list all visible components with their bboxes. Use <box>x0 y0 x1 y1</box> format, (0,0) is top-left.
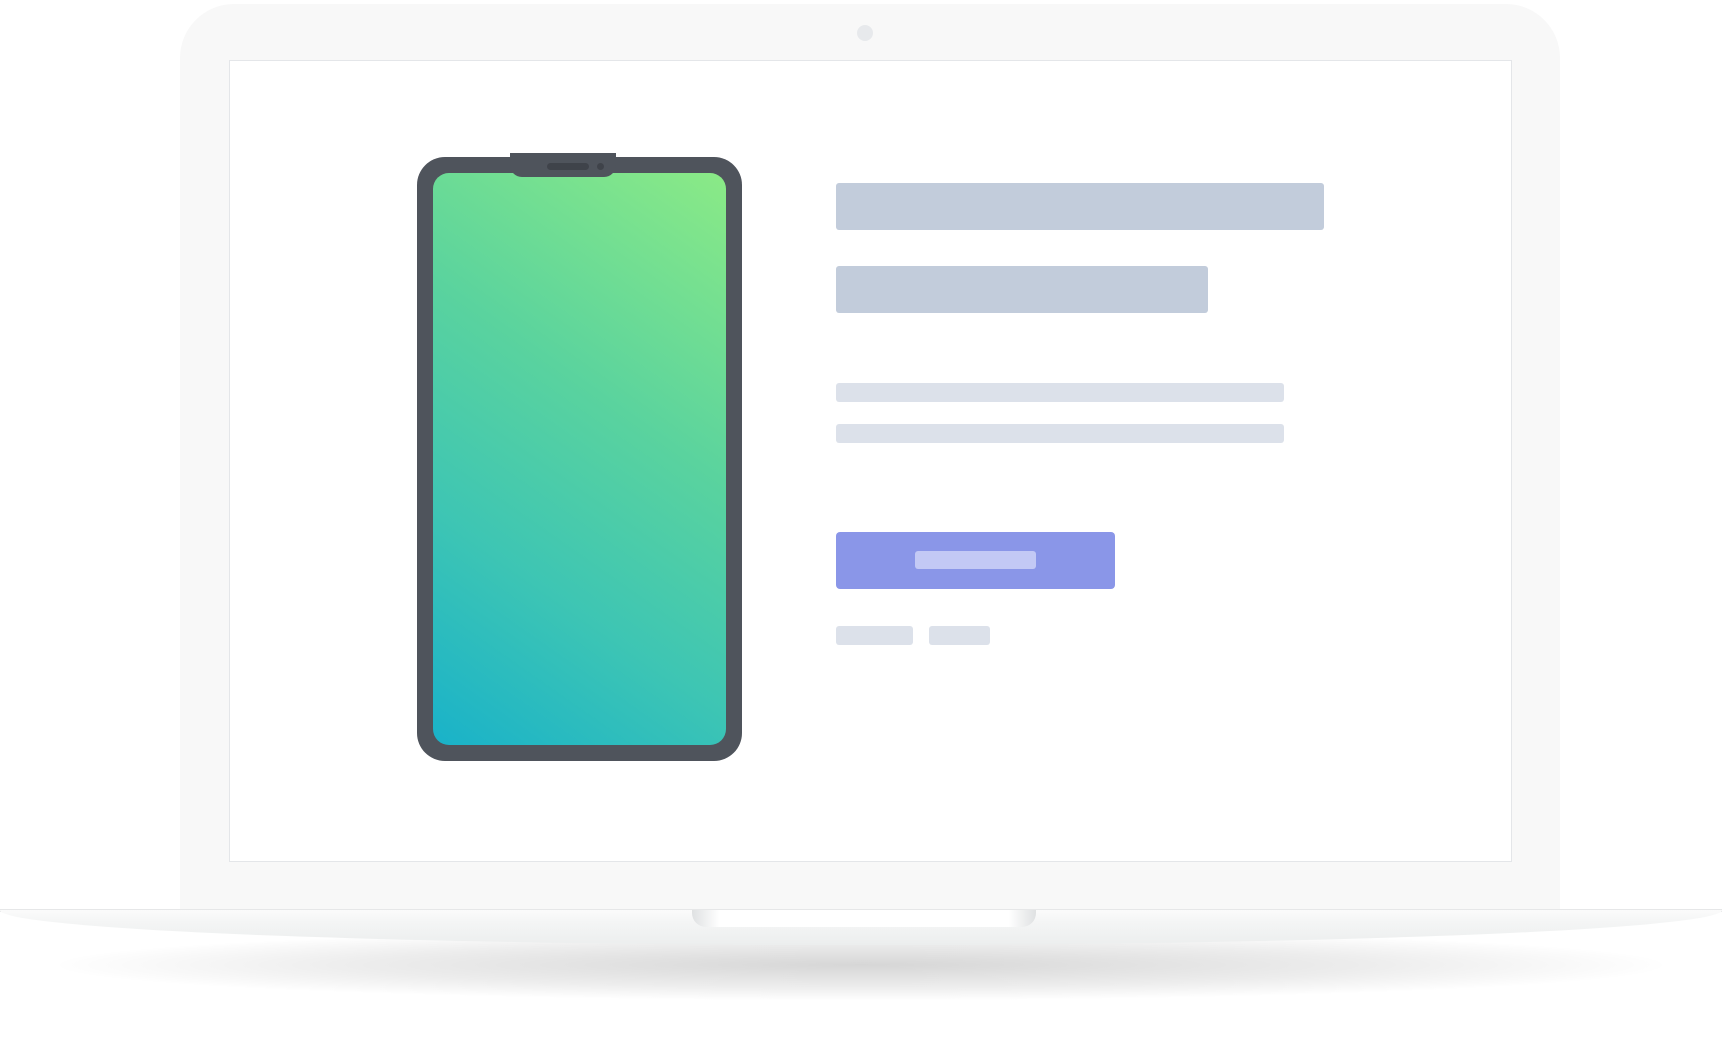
laptop-mockup <box>0 0 1722 1040</box>
smartphone-illustration <box>417 153 742 761</box>
phone-camera-icon <box>597 163 604 170</box>
phone-speaker <box>547 163 589 170</box>
subtitle-placeholder <box>836 266 1208 313</box>
webcam-icon <box>857 25 873 41</box>
cta-button-label-placeholder <box>915 551 1036 569</box>
tag-placeholder[interactable] <box>929 626 990 645</box>
tag-placeholder[interactable] <box>836 626 913 645</box>
phone-screen <box>433 173 726 745</box>
laptop-hinge-notch <box>692 910 1036 927</box>
cta-button[interactable] <box>836 532 1115 589</box>
body-text-line-placeholder <box>836 424 1284 443</box>
body-text-line-placeholder <box>836 383 1284 402</box>
title-placeholder <box>836 183 1324 230</box>
